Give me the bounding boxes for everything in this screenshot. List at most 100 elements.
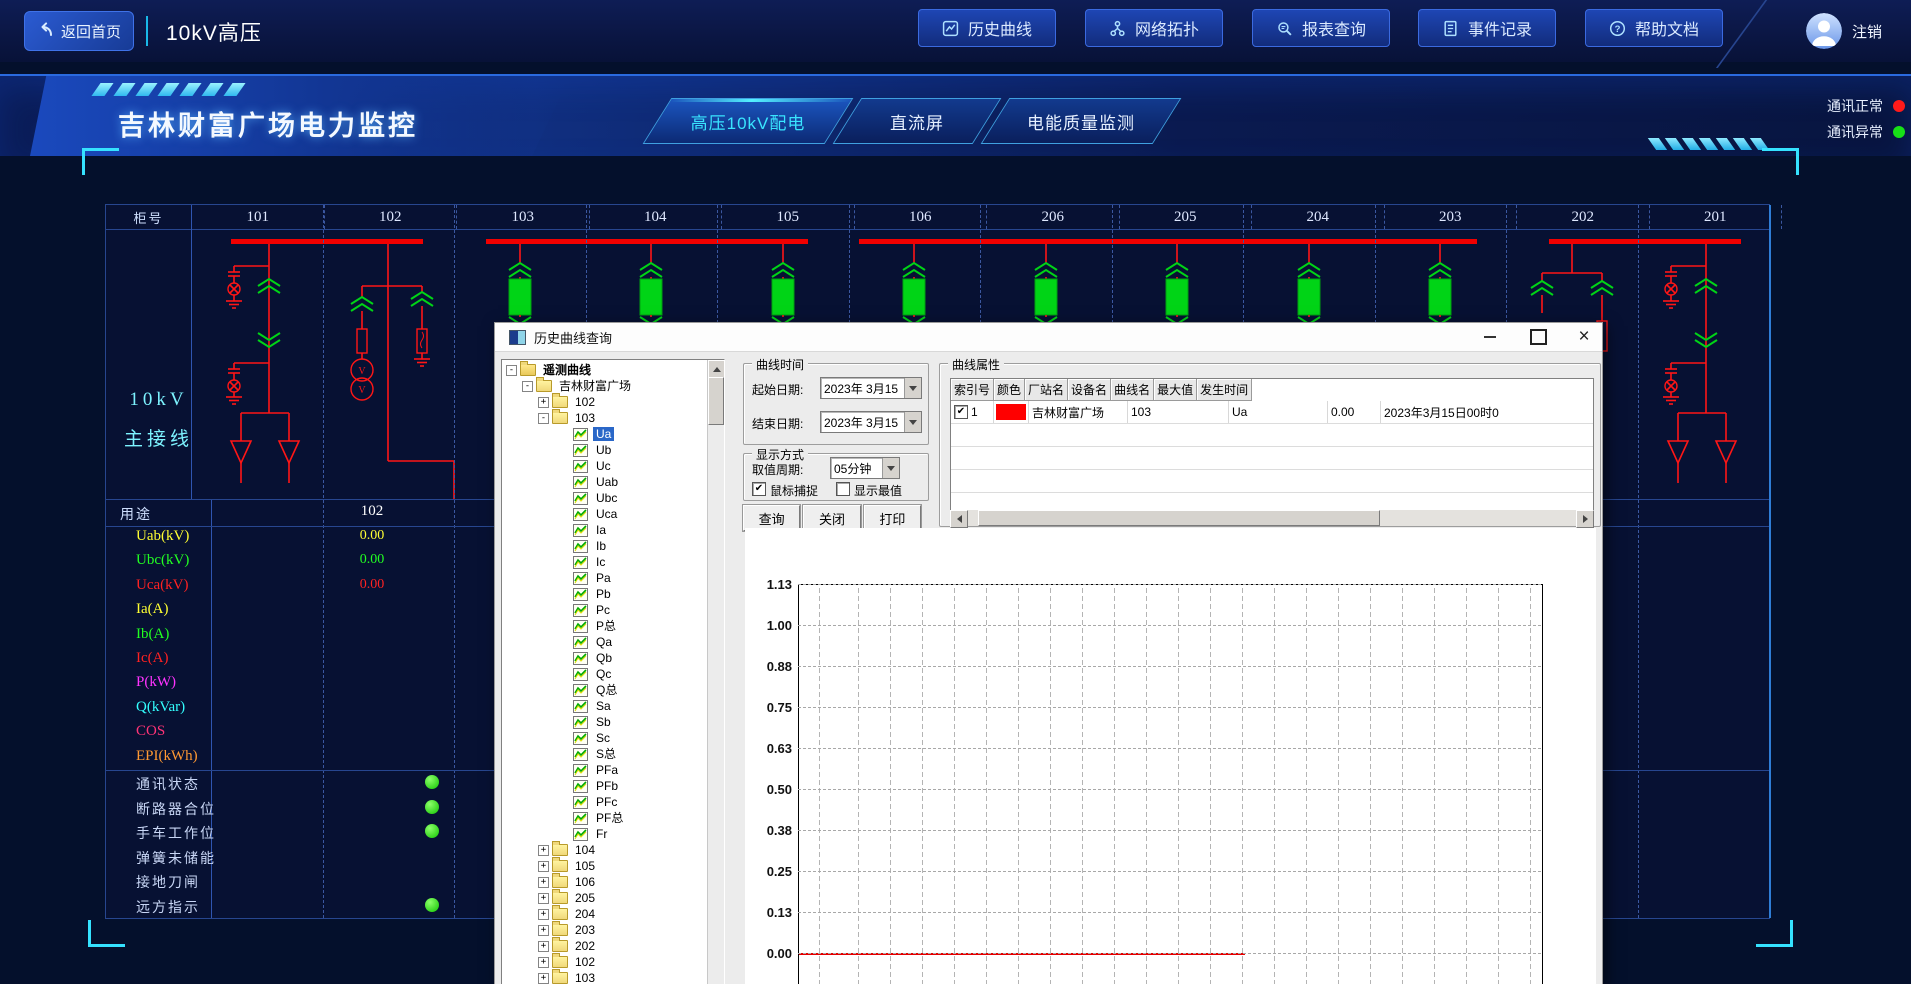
attr-header-cell[interactable]: 发生时间 (1197, 379, 1252, 401)
tree-item[interactable]: Ic (502, 554, 724, 570)
cabinet-number: 202 (1517, 205, 1650, 229)
tree-item[interactable]: Qc (502, 666, 724, 682)
tree-item[interactable]: 106 (502, 874, 724, 890)
start-date-combo[interactable]: 2023年 3月15 (820, 377, 922, 399)
scroll-left-button[interactable] (950, 510, 968, 528)
tree-item[interactable]: Qa (502, 634, 724, 650)
back-home-button[interactable]: 返回首页 (24, 11, 134, 51)
report-query-button[interactable]: 报表查询 (1252, 9, 1390, 47)
tab-dc-panel[interactable]: 直流屏 (833, 98, 1002, 144)
tree-expander[interactable] (538, 909, 549, 920)
curve-icon (573, 588, 589, 600)
period-combo[interactable]: 05分钟 (830, 457, 900, 479)
tree-item[interactable]: Uab (502, 474, 724, 490)
dropdown-arrow-icon[interactable] (904, 378, 921, 398)
dropdown-arrow-icon[interactable] (882, 458, 899, 478)
tree-expander[interactable] (538, 413, 549, 424)
status-indicator (366, 800, 498, 814)
tree-expander[interactable] (538, 925, 549, 936)
dialog-titlebar[interactable]: 历史曲线查询 × (495, 323, 1602, 352)
tab-hv-10kv[interactable]: 高压10kV配电 (643, 98, 854, 144)
tree-item[interactable]: Uca (502, 506, 724, 522)
tree-expander[interactable] (538, 973, 549, 984)
tree-item[interactable]: Sa (502, 698, 724, 714)
dropdown-arrow-icon[interactable] (904, 412, 921, 432)
show-extreme-checkbox[interactable] (836, 482, 850, 496)
tree-item[interactable]: 202 (502, 938, 724, 954)
tree-item[interactable]: 204 (502, 906, 724, 922)
tree-expander[interactable] (538, 893, 549, 904)
attr-table-row[interactable]: 1 吉林财富广场 103 Ua 0.00 2023年3月15日00时0 (951, 401, 1593, 424)
tree-item[interactable]: Ib (502, 538, 724, 554)
start-date-label: 起始日期: (752, 381, 803, 398)
tree-item[interactable]: Pc (502, 602, 724, 618)
tree-scrollbar[interactable] (707, 360, 724, 984)
tree-expander[interactable] (538, 877, 549, 888)
attr-header-cell[interactable]: 曲线名 (1111, 379, 1154, 401)
tree-item[interactable]: 203 (502, 922, 724, 938)
help-doc-button[interactable]: ? 帮助文档 (1585, 9, 1723, 47)
tree-item[interactable]: 103 (502, 970, 724, 984)
hscroll-thumb[interactable] (978, 510, 1380, 526)
tab-power-quality[interactable]: 电能质量监测 (981, 98, 1182, 144)
attr-table-hscrollbar[interactable] (950, 510, 1592, 526)
maximize-button[interactable] (1527, 327, 1549, 347)
tree-item[interactable]: Ubc (502, 490, 724, 506)
end-date-value: 2023年 3月15 (821, 414, 904, 431)
tree-item[interactable]: Ua (502, 426, 724, 442)
status-label: 弹簧未储能 (136, 848, 216, 868)
attr-header-cell[interactable]: 最大值 (1154, 379, 1197, 401)
logout-link[interactable]: 注销 (1852, 21, 1882, 42)
network-topology-button[interactable]: 网络拓扑 (1085, 9, 1223, 47)
history-curve-button[interactable]: 历史曲线 (918, 9, 1056, 47)
tree-item[interactable]: Fr (502, 826, 724, 842)
scroll-right-button[interactable] (1576, 510, 1594, 528)
user-avatar[interactable] (1806, 13, 1842, 49)
tree-expander[interactable] (538, 957, 549, 968)
end-date-combo[interactable]: 2023年 3月15 (820, 411, 922, 433)
tree-item[interactable]: 102 (502, 954, 724, 970)
tree-expander[interactable] (538, 861, 549, 872)
tree-item[interactable]: PFc (502, 794, 724, 810)
tree-scroll-thumb[interactable] (708, 377, 724, 425)
tree-item[interactable]: 105 (502, 858, 724, 874)
tree-item[interactable]: PFa (502, 762, 724, 778)
attr-header-cell[interactable]: 厂站名 (1025, 379, 1068, 401)
minimize-button[interactable] (1479, 327, 1501, 347)
tree-expander[interactable] (538, 941, 549, 952)
tree-item[interactable]: Uc (502, 458, 724, 474)
tree-item[interactable]: Sc (502, 730, 724, 746)
tree-item[interactable]: Ia (502, 522, 724, 538)
tree-expander[interactable] (522, 381, 533, 392)
tree-item[interactable]: Qb (502, 650, 724, 666)
tree-item[interactable]: PFb (502, 778, 724, 794)
scroll-up-button[interactable] (708, 360, 725, 378)
tree-item[interactable]: S总 (502, 746, 724, 762)
close-button[interactable]: × (1573, 327, 1595, 347)
tree-item[interactable]: Pb (502, 586, 724, 602)
tree-item[interactable]: Ub (502, 442, 724, 458)
attr-header-cell[interactable]: 颜色 (994, 379, 1025, 401)
tree-item[interactable]: 遥测曲线 (502, 362, 724, 378)
event-log-button[interactable]: 事件记录 (1418, 9, 1556, 47)
mouse-capture-checkbox[interactable] (752, 482, 766, 496)
tree-item[interactable]: Pa (502, 570, 724, 586)
tree-item[interactable]: 吉林财富广场 (502, 378, 724, 394)
tree-item[interactable]: 205 (502, 890, 724, 906)
tree-item[interactable]: Q总 (502, 682, 724, 698)
tree-item[interactable]: Sb (502, 714, 724, 730)
event-document-icon (1442, 20, 1459, 37)
tree-expander[interactable] (538, 397, 549, 408)
curve-checkbox[interactable] (954, 405, 968, 419)
event-log-label: 事件记录 (1468, 16, 1532, 40)
attr-header-cell[interactable]: 设备名 (1068, 379, 1111, 401)
tree-expander[interactable] (506, 365, 517, 376)
tree-expander[interactable] (538, 845, 549, 856)
tree-item[interactable]: 102 (502, 394, 724, 410)
measurement-value: 0.00 (306, 528, 438, 544)
tree-item[interactable]: P总 (502, 618, 724, 634)
tree-item[interactable]: 103 (502, 410, 724, 426)
tree-item[interactable]: 104 (502, 842, 724, 858)
attr-header-cell[interactable]: 索引号 (951, 379, 994, 401)
tree-item[interactable]: PF总 (502, 810, 724, 826)
